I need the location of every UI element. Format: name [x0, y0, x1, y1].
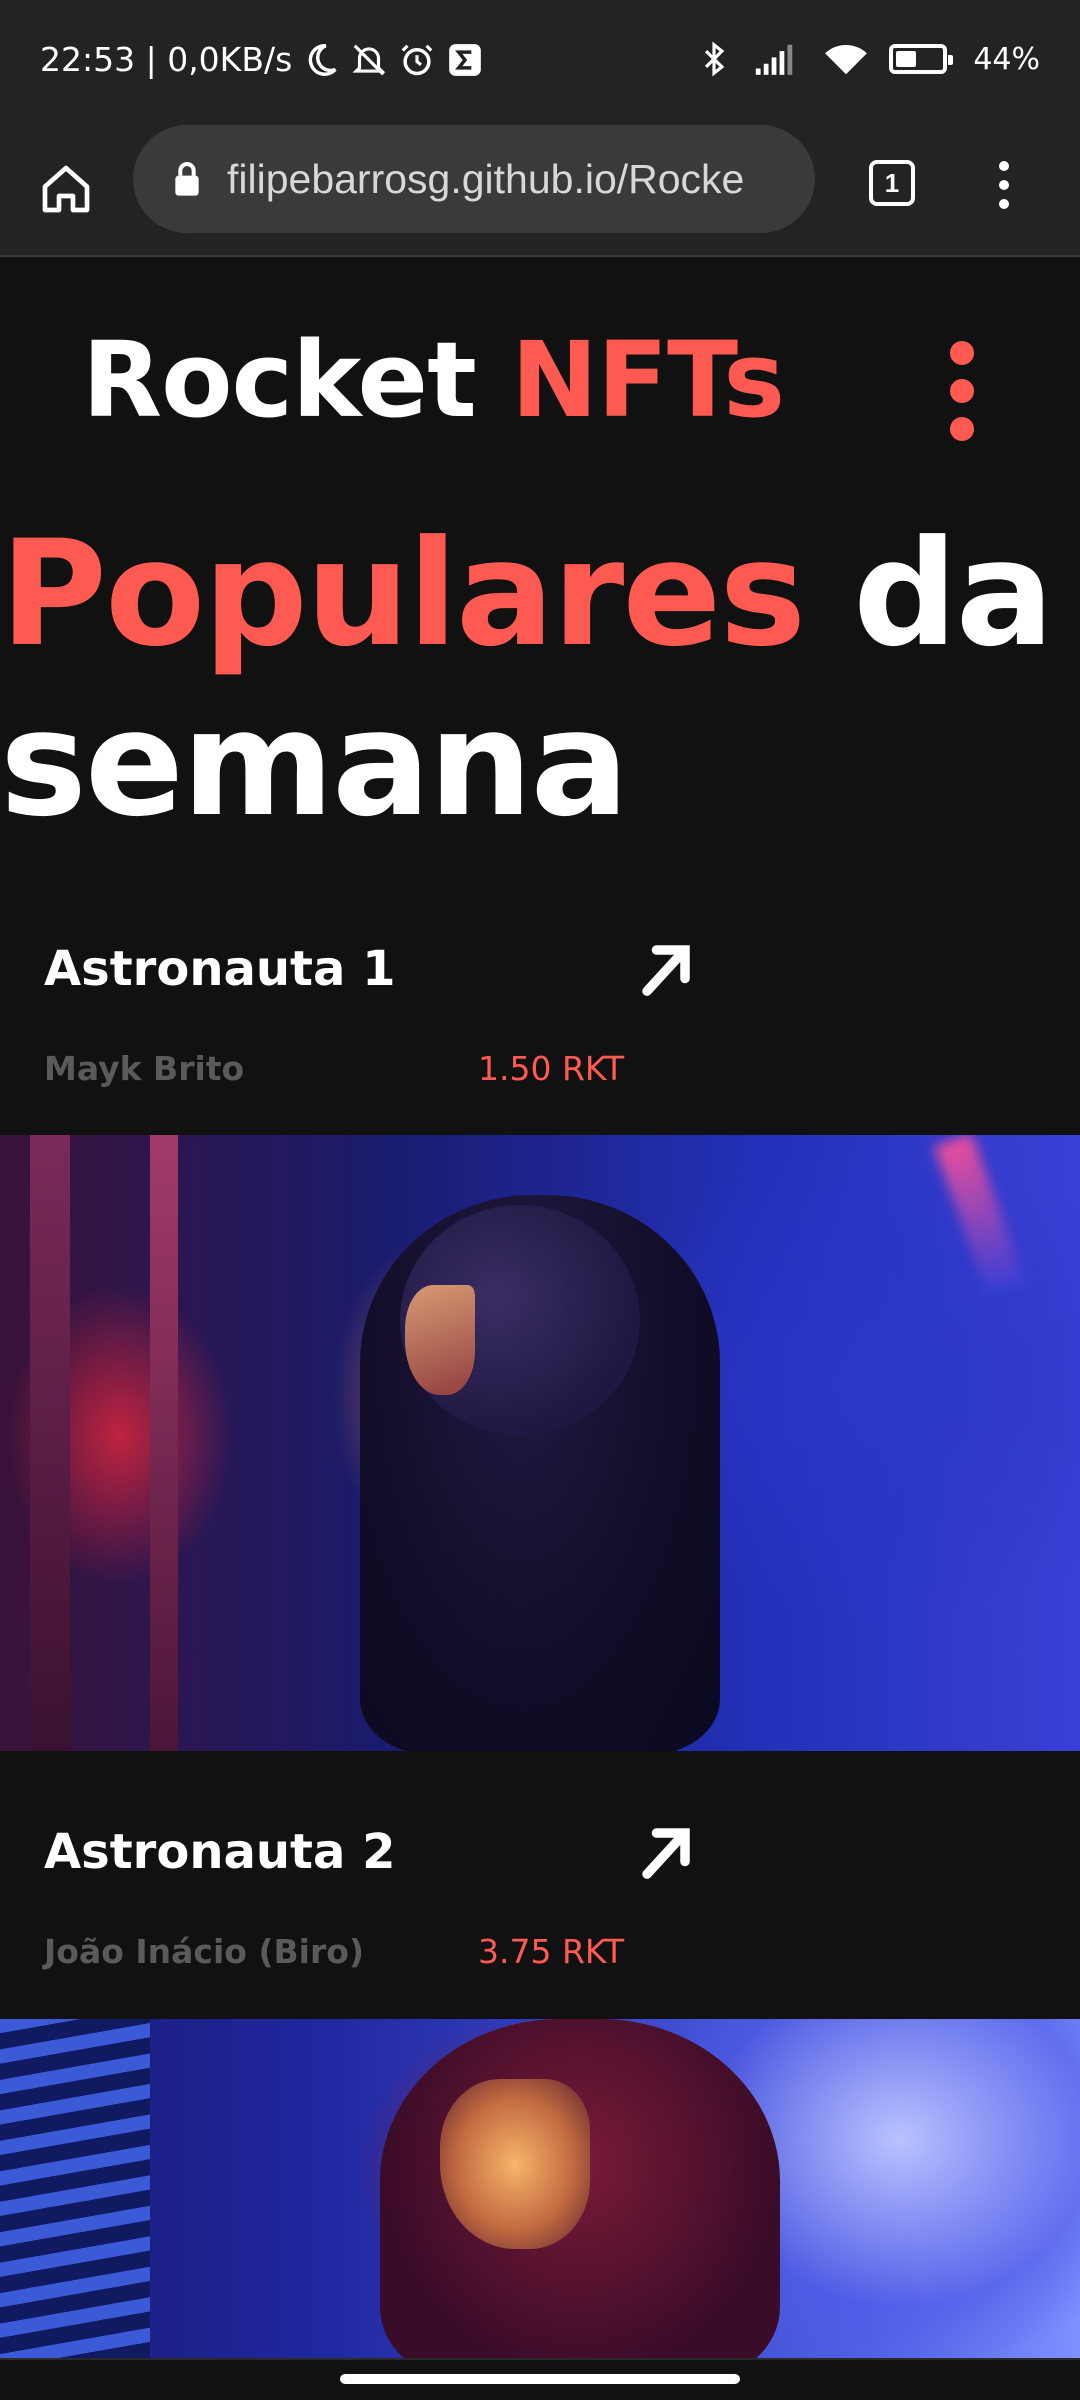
browser-toolbar: filipebarrosg.github.io/Rocke 1 — [0, 125, 1080, 257]
nft-card-header[interactable]: Astronauta 1 Mayk Brito 1.50 RKT — [0, 941, 1080, 1141]
nft-price: 1.50 RKT — [478, 1049, 625, 1088]
nft-title: Astronauta 2 — [44, 1824, 396, 1880]
home-button[interactable] — [30, 153, 102, 225]
tab-count: 1 — [869, 160, 915, 206]
nft-author: Mayk Brito — [44, 1049, 245, 1088]
more-vert-icon — [999, 161, 1009, 171]
address-bar[interactable]: filipebarrosg.github.io/Rocke — [133, 125, 815, 233]
section-title-line2: semana — [0, 679, 629, 849]
nft-title: Astronauta 1 — [44, 941, 396, 997]
site-logo[interactable]: Rocket NFTs — [82, 319, 785, 441]
battery-icon — [889, 44, 954, 74]
astronaut-visor — [405, 1285, 475, 1395]
url-text: filipebarrosg.github.io/Rocke — [227, 155, 745, 202]
tab-switcher-button[interactable]: 1 — [862, 153, 922, 213]
section-title: Populares da semana — [0, 509, 1054, 849]
astronaut-face — [440, 2079, 590, 2249]
kebab-menu-icon-dot — [950, 379, 974, 403]
nft-author: João Inácio (Biro) — [44, 1932, 365, 1971]
logo-word-rocket: Rocket — [82, 319, 477, 441]
kebab-menu-icon-dot — [950, 417, 974, 441]
home-icon — [42, 165, 90, 213]
kebab-menu-icon — [950, 341, 974, 365]
image-detail — [933, 1135, 1027, 1298]
more-vert-icon-dot — [999, 199, 1009, 209]
logo-word-nfts: NFTs — [511, 319, 785, 441]
arrow-up-right-icon[interactable] — [628, 929, 704, 1009]
navigation-gesture-bar — [0, 2358, 1080, 2400]
section-title-accent: Populares — [0, 509, 806, 679]
sigma-app-icon — [446, 41, 484, 79]
nft-price: 3.75 RKT — [478, 1932, 625, 1971]
wifi-icon — [823, 40, 869, 78]
battery-percent: 44% — [973, 41, 1040, 77]
dnd-bell-off-icon — [350, 41, 388, 79]
nft-image[interactable] — [0, 1135, 1080, 1751]
browser-menu-button[interactable] — [980, 145, 1028, 225]
site-menu-button[interactable] — [940, 341, 984, 441]
battery-level-fill — [896, 51, 916, 67]
status-bar: 22:53 | 0,0KB/s 44% — [0, 0, 1080, 125]
image-detail — [0, 2019, 150, 2359]
image-detail — [150, 1135, 178, 1751]
bluetooth-icon — [695, 40, 733, 78]
status-time: 22:53 | 0,0KB/s — [40, 40, 293, 79]
lock-icon — [175, 162, 199, 196]
arrow-up-right-icon[interactable] — [628, 1812, 704, 1892]
nft-card-header[interactable]: Astronauta 2 João Inácio (Biro) 3.75 RKT — [0, 1824, 1080, 2024]
section-title-rest: da — [853, 509, 1054, 679]
web-page: Rocket NFTs Populares da semana Astronau… — [0, 259, 1080, 2359]
more-vert-icon-dot — [999, 180, 1009, 190]
signal-icon — [753, 40, 803, 78]
alarm-icon — [398, 41, 436, 79]
home-gesture-handle[interactable] — [340, 2374, 740, 2384]
moon-icon — [302, 41, 340, 79]
nft-image[interactable] — [0, 2019, 1080, 2359]
image-detail — [30, 1135, 70, 1751]
